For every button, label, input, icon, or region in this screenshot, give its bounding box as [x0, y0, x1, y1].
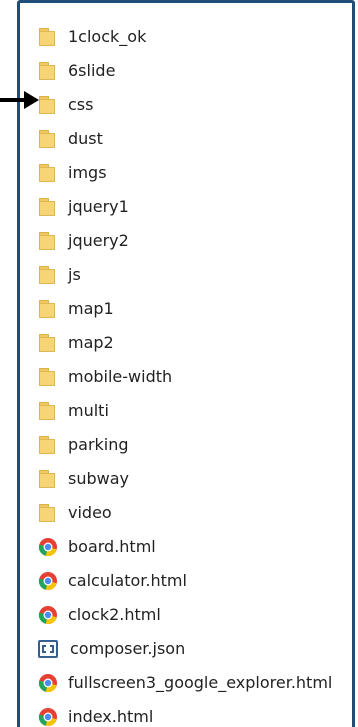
folder-icon — [38, 265, 58, 285]
folder-icon — [38, 27, 58, 47]
file-name: composer.json — [70, 639, 186, 658]
file-name: calculator.html — [68, 571, 187, 590]
folder-icon — [38, 197, 58, 217]
folder-icon — [38, 61, 58, 81]
folder-item-video[interactable]: video — [38, 496, 332, 530]
chrome-icon — [38, 605, 58, 625]
folder-item-1clock-ok[interactable]: 1clock_ok — [38, 20, 332, 54]
file-name: mobile-width — [68, 367, 173, 386]
file-name: index.html — [68, 707, 154, 726]
chrome-icon — [38, 673, 58, 693]
file-item-composer-json[interactable]: composer.json — [38, 632, 332, 666]
folder-item-jquery2[interactable]: jquery2 — [38, 224, 332, 258]
folder-icon — [38, 435, 58, 455]
file-name: css — [68, 95, 94, 114]
file-name: map1 — [68, 299, 114, 318]
folder-item-map1[interactable]: map1 — [38, 292, 332, 326]
folder-icon — [38, 299, 58, 319]
file-name: 1clock_ok — [68, 27, 147, 46]
file-name: jquery1 — [68, 197, 129, 216]
file-item-index-html[interactable]: index.html — [38, 700, 332, 727]
folder-icon — [38, 401, 58, 421]
folder-item-parking[interactable]: parking — [38, 428, 332, 462]
folder-item-dust[interactable]: dust — [38, 122, 332, 156]
file-name: board.html — [68, 537, 156, 556]
json-file-icon — [38, 640, 58, 658]
file-list: 1clock_ok 6slide css dust imgs jquery1 j… — [38, 20, 332, 727]
file-name: fullscreen3_google_explorer.html — [68, 673, 333, 692]
file-name: clock2.html — [68, 605, 161, 624]
folder-icon — [38, 95, 58, 115]
file-item-calculator-html[interactable]: calculator.html — [38, 564, 332, 598]
folder-item-subway[interactable]: subway — [38, 462, 332, 496]
folder-icon — [38, 163, 58, 183]
file-name: subway — [68, 469, 129, 488]
folder-icon — [38, 503, 58, 523]
folder-icon — [38, 231, 58, 251]
chrome-icon — [38, 571, 58, 591]
file-name: video — [68, 503, 112, 522]
folder-item-map2[interactable]: map2 — [38, 326, 332, 360]
file-name: dust — [68, 129, 103, 148]
file-name: jquery2 — [68, 231, 129, 250]
file-explorer-screenshot: 1clock_ok 6slide css dust imgs jquery1 j… — [0, 0, 358, 727]
folder-item-js[interactable]: js — [38, 258, 332, 292]
file-list-panel: 1clock_ok 6slide css dust imgs jquery1 j… — [17, 0, 355, 727]
chrome-icon — [38, 537, 58, 557]
file-name: js — [68, 265, 81, 284]
file-name: map2 — [68, 333, 114, 352]
folder-item-css[interactable]: css — [38, 88, 332, 122]
folder-icon — [38, 333, 58, 353]
arrow-right-icon — [0, 91, 39, 109]
folder-icon — [38, 129, 58, 149]
folder-item-imgs[interactable]: imgs — [38, 156, 332, 190]
folder-icon — [38, 367, 58, 387]
file-name: imgs — [68, 163, 107, 182]
folder-item-multi[interactable]: multi — [38, 394, 332, 428]
file-item-clock2-html[interactable]: clock2.html — [38, 598, 332, 632]
file-name: multi — [68, 401, 109, 420]
chrome-icon — [38, 707, 58, 727]
file-name: parking — [68, 435, 129, 454]
file-item-board-html[interactable]: board.html — [38, 530, 332, 564]
file-name: 6slide — [68, 61, 116, 80]
folder-item-jquery1[interactable]: jquery1 — [38, 190, 332, 224]
folder-item-6slide[interactable]: 6slide — [38, 54, 332, 88]
file-item-fullscreen3-google-explorer-html[interactable]: fullscreen3_google_explorer.html — [38, 666, 332, 700]
folder-item-mobile-width[interactable]: mobile-width — [38, 360, 332, 394]
folder-icon — [38, 469, 58, 489]
